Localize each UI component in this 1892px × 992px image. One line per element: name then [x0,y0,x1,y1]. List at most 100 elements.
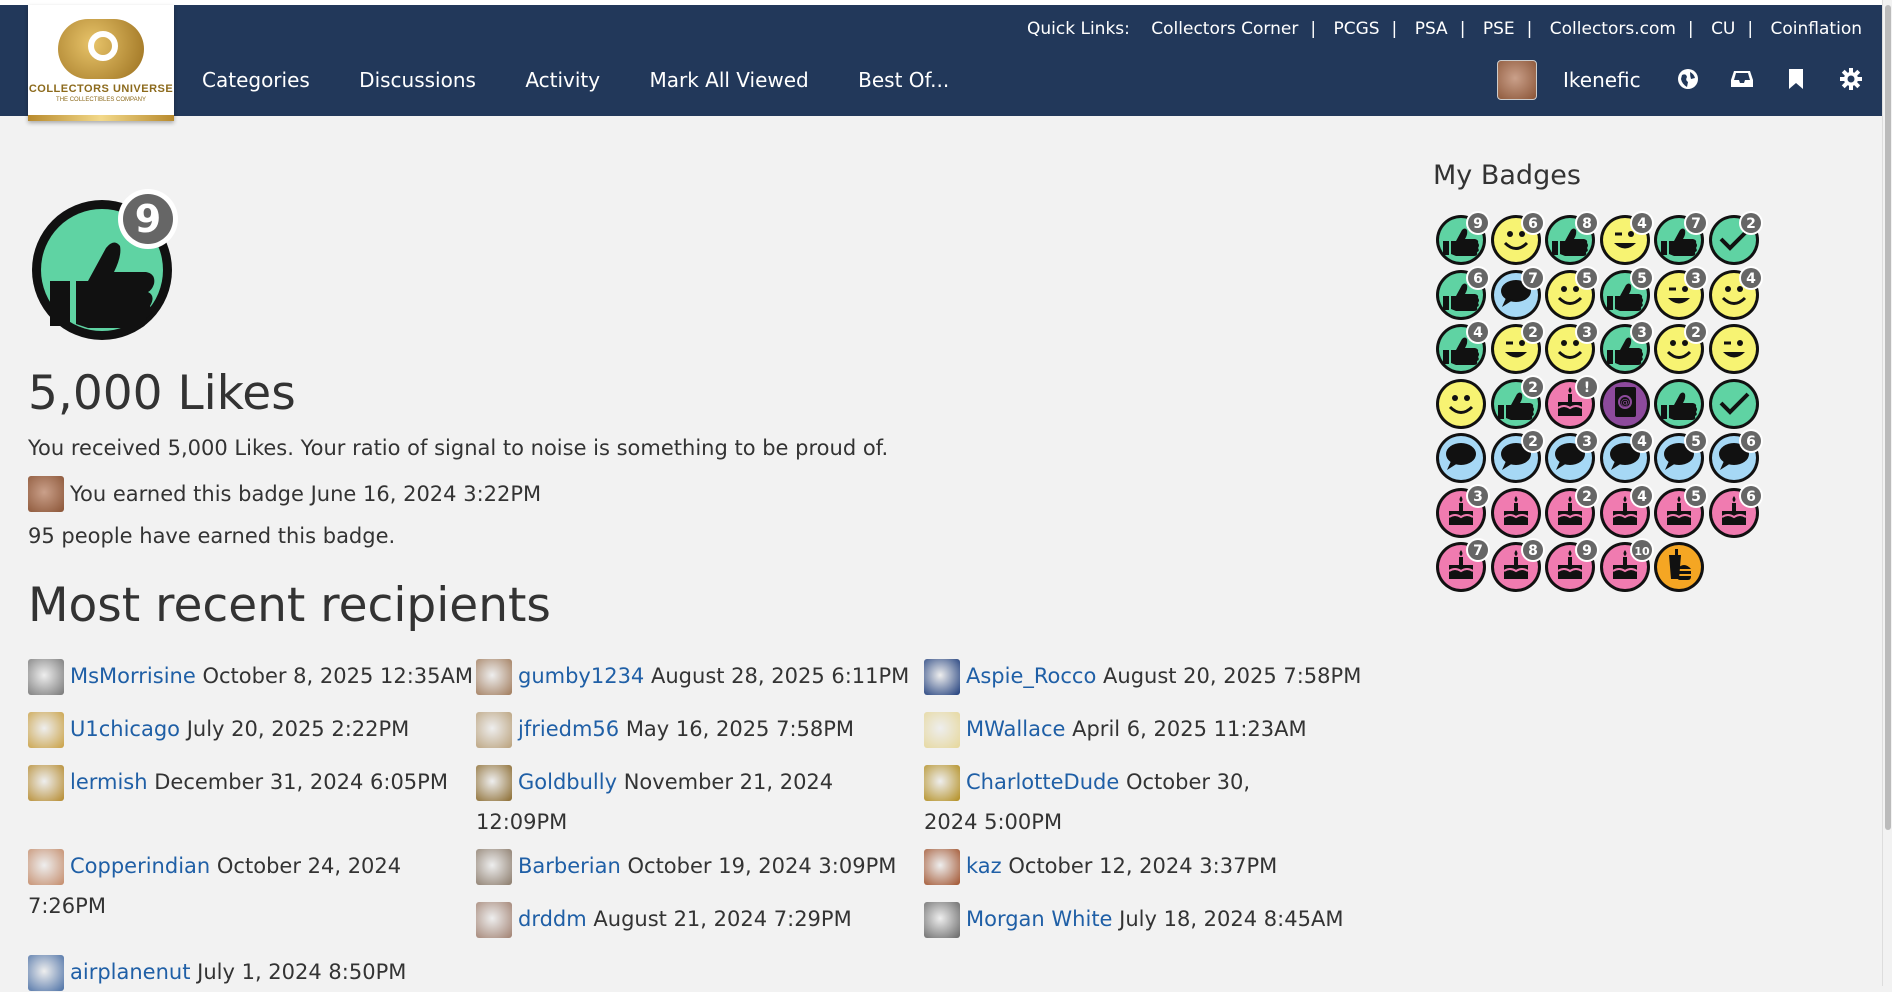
recipient-name-link[interactable]: CharlotteDude [966,770,1119,794]
recipient-name-link[interactable]: kaz [966,854,1002,878]
badge-thumbs-up-icon[interactable]: 3 [1597,319,1655,377]
badge-thumbs-up-icon[interactable]: 8 [1542,210,1600,268]
quick-link-collectors-com[interactable]: Collectors.com [1550,19,1676,39]
badge-check-icon[interactable]: 2 [1706,210,1764,268]
recipient-name-link[interactable]: Copperindian [70,854,210,878]
recipient-item: Barberian October 19, 2024 3:09PM [476,846,926,886]
badge-wink-icon[interactable]: 2 [1488,319,1546,377]
badge-cake-icon[interactable] [1488,483,1546,541]
badge-comment-icon[interactable]: 6 [1706,428,1764,486]
badge-cake-icon[interactable]: 6 [1706,483,1764,541]
recipient-avatar[interactable] [924,902,960,938]
user-avatar[interactable] [1497,60,1537,100]
recipient-date: December 31, 2024 6:05PM [154,770,448,794]
badge-smile-icon[interactable]: 2 [1651,319,1709,377]
nav-mark-all-viewed[interactable]: Mark All Viewed [649,68,808,92]
recipient-avatar[interactable] [476,849,512,885]
nav-categories[interactable]: Categories [202,68,310,92]
badge-address-book-icon[interactable]: @ [1597,374,1655,432]
recipient-avatar[interactable] [924,712,960,748]
badge-cake-icon[interactable]: 3 [1433,483,1491,541]
badge-smile-icon[interactable]: 5 [1542,265,1600,323]
quick-link-cu[interactable]: CU [1711,19,1735,39]
nav-discussions[interactable]: Discussions [359,68,476,92]
badge-food-icon[interactable] [1651,537,1709,595]
badge-thumbs-up-icon[interactable]: 7 [1651,210,1709,268]
recipient-name-link[interactable]: Barberian [518,854,621,878]
badge-cake-icon[interactable]: 2 [1542,483,1600,541]
recipient-avatar[interactable] [28,849,64,885]
recipient-name-link[interactable]: lermish [70,770,148,794]
recipient-name-link[interactable]: drddm [518,907,587,931]
recipient-item: gumby1234 August 28, 2025 6:11PM [476,656,926,696]
badge-comment-icon[interactable]: 7 [1488,265,1546,323]
recipient-avatar[interactable] [924,659,960,695]
badge-cake-icon[interactable]: ! [1542,374,1600,432]
badge-thumbs-up-icon[interactable]: 6 [1433,265,1491,323]
quick-link-pse[interactable]: PSE [1483,19,1515,39]
recipient-avatar[interactable] [924,765,960,801]
badge-comment-icon[interactable] [1433,428,1491,486]
badge-thumbs-up-icon[interactable]: 2 [1488,374,1546,432]
logo-subtext: THE COLLECTIBLES COMPANY [56,97,146,103]
badge-smile-icon[interactable]: 3 [1542,319,1600,377]
badge-cake-icon[interactable]: 9 [1542,537,1600,595]
recipient-avatar[interactable] [28,765,64,801]
scrollbar-thumb[interactable] [1885,5,1891,830]
recipient-avatar[interactable] [924,849,960,885]
username-link[interactable]: Ikenefic [1563,68,1641,92]
badge-cake-icon[interactable]: 7 [1433,537,1491,595]
recipient-avatar[interactable] [28,659,64,695]
recipient-avatar[interactable] [476,902,512,938]
gear-icon[interactable] [1840,68,1864,92]
inbox-icon[interactable] [1730,68,1754,92]
recipient-avatar[interactable] [476,765,512,801]
quick-link-psa[interactable]: PSA [1415,19,1448,39]
badge-thumbs-up-icon[interactable]: 9 [1433,210,1491,268]
badge-thumbs-up-icon[interactable] [1651,374,1709,432]
recipient-avatar[interactable] [28,712,64,748]
recipient-name-link[interactable]: MsMorrisine [70,664,196,688]
badge-smile-icon[interactable]: 6 [1488,210,1546,268]
badge-comment-icon[interactable]: 5 [1651,428,1709,486]
globe-icon[interactable] [1677,68,1701,92]
badge-wink-icon[interactable]: 4 [1597,210,1655,268]
quick-link-collectors-corner[interactable]: Collectors Corner [1151,19,1298,39]
badge-smile-icon[interactable] [1433,374,1491,432]
site-logo[interactable]: COLLECTORS UNIVERSE THE COLLECTIBLES COM… [28,5,174,121]
recipient-name-link[interactable]: gumby1234 [518,664,644,688]
badge-comment-icon[interactable]: 2 [1488,428,1546,486]
recipient-name-link[interactable]: U1chicago [70,717,180,741]
quick-link-coinflation[interactable]: Coinflation [1771,19,1862,39]
badge-thumbs-up-icon[interactable]: 4 [1433,319,1491,377]
badge-comment-icon[interactable]: 4 [1597,428,1655,486]
badge-cake-icon[interactable]: 5 [1651,483,1709,541]
nav-activity[interactable]: Activity [525,68,600,92]
scrollbar[interactable] [1882,0,1892,986]
recipient-item: kaz October 12, 2024 3:37PM [924,846,1374,886]
recipient-name-link[interactable]: Aspie_Rocco [966,664,1096,688]
nav-best-of[interactable]: Best Of... [858,68,949,92]
recipient-date: July 1, 2024 8:50PM [197,960,407,984]
recipient-name-link[interactable]: airplanenut [70,960,190,984]
recipient-avatar[interactable] [476,712,512,748]
user-avatar-small[interactable] [28,476,64,512]
badge-cake-icon[interactable]: 4 [1597,483,1655,541]
bookmark-icon[interactable] [1786,68,1810,92]
recipient-name-link[interactable]: MWallace [966,717,1065,741]
badge-cake-icon[interactable]: 10 [1597,537,1655,595]
recipient-avatar[interactable] [476,659,512,695]
badge-wink-icon[interactable] [1706,319,1764,377]
badge-wink-icon[interactable]: 3 [1651,265,1709,323]
badge-count: 6 [1746,434,1756,450]
badge-smile-icon[interactable]: 4 [1706,265,1764,323]
badge-comment-icon[interactable]: 3 [1542,428,1600,486]
badge-thumbs-up-icon[interactable]: 5 [1597,265,1655,323]
badge-cake-icon[interactable]: 8 [1488,537,1546,595]
recipient-name-link[interactable]: Goldbully [518,770,617,794]
recipient-item: MsMorrisine October 8, 2025 12:35AM [28,656,478,696]
recipient-name-link[interactable]: Morgan White [966,907,1112,931]
recipient-name-link[interactable]: jfriedm56 [518,717,619,741]
quick-link-pcgs[interactable]: PCGS [1333,19,1379,39]
badge-check-icon[interactable] [1706,374,1764,432]
